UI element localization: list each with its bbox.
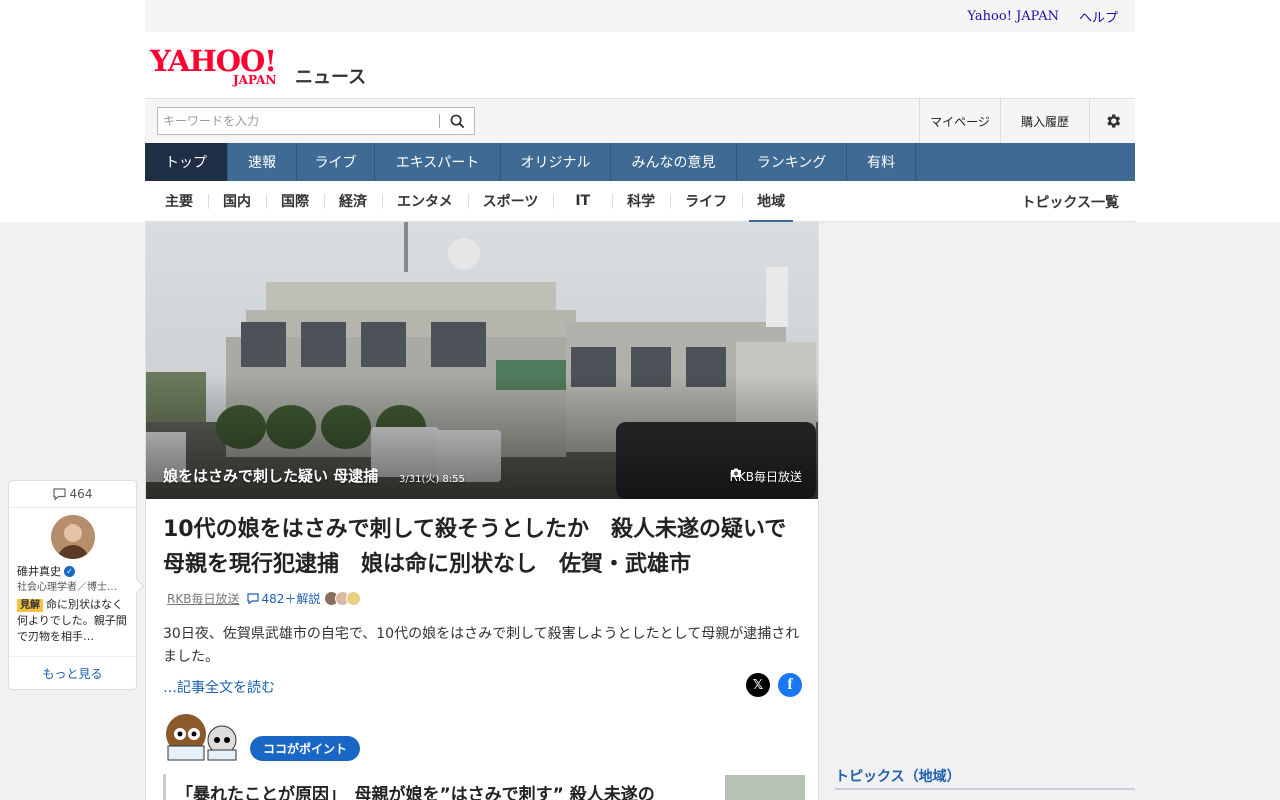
share-x-button[interactable]: 𝕏 bbox=[746, 673, 770, 697]
x-logo-icon: 𝕏 bbox=[752, 677, 764, 693]
article-comment-link[interactable]: 482＋解説 bbox=[247, 592, 320, 606]
logo-service-name: ニュース bbox=[295, 67, 367, 88]
card-pointer bbox=[129, 578, 145, 594]
nav-tab-expert[interactable]: エキスパート bbox=[375, 143, 501, 181]
main-nav: トップ 速報 ライブ エキスパート オリジナル みんなの意見 ランキング 有料 bbox=[145, 143, 1135, 181]
hero-credit: RKB毎日放送 bbox=[730, 468, 802, 485]
verified-icon: ✓ bbox=[64, 565, 75, 577]
purchase-history-button[interactable]: 購入履歴 bbox=[1000, 99, 1089, 143]
category-world[interactable]: 国際 bbox=[266, 181, 324, 222]
article-source[interactable]: RKB毎日放送 bbox=[167, 592, 239, 606]
category-main[interactable]: 主要 bbox=[145, 181, 208, 222]
nav-tab-breaking[interactable]: 速報 bbox=[228, 143, 297, 181]
read-more-link[interactable]: …記事全文を読む bbox=[163, 677, 275, 697]
user-buttons: マイページ 購入履歴 bbox=[919, 99, 1135, 143]
facebook-logo-icon: f bbox=[787, 676, 793, 693]
expert-more-link[interactable]: もっと見る bbox=[9, 656, 136, 689]
commenter-avatar bbox=[346, 591, 362, 606]
category-sports[interactable]: スポーツ bbox=[467, 181, 554, 222]
article-meta: RKB毎日放送 482＋解説 bbox=[167, 591, 362, 606]
article-lead: 30日夜、佐賀県武雄市の自宅で、10代の娘をはさみで刺して殺害しようとしたとして… bbox=[163, 626, 800, 665]
settings-button[interactable] bbox=[1089, 99, 1135, 143]
logo-yahoo-text: YAHOO! bbox=[150, 44, 277, 78]
search-icon bbox=[450, 114, 464, 128]
point-thumbnail bbox=[725, 775, 805, 800]
gear-icon bbox=[1106, 114, 1120, 128]
nav-tab-original[interactable]: オリジナル bbox=[501, 143, 611, 181]
hero-photo[interactable]: 娘をはさみで刺した疑い 母逮捕 3/31(火) 8:55 RKB毎日放送 bbox=[146, 222, 818, 499]
camera-icon bbox=[730, 468, 741, 477]
comment-icon bbox=[247, 593, 260, 605]
expert-comment-count: 464 bbox=[9, 481, 136, 508]
expert-name: 碓井真史 ✓ bbox=[17, 563, 75, 579]
category-science[interactable]: 科学 bbox=[612, 181, 670, 222]
category-nav: 主要 国内 国際 経済 エンタメ スポーツ IT 科学 ライフ 地域 トピックス… bbox=[145, 181, 1135, 223]
mypage-button[interactable]: マイページ bbox=[919, 99, 1000, 143]
expert-comment-card[interactable]: 464 碓井真史 ✓ 社会心理学者／博士… 見解 命に別状はなく何よりでした。親子… bbox=[8, 480, 145, 690]
expert-avatar-image bbox=[51, 515, 95, 559]
yahoo-news-logo[interactable]: YAHOO! JAPAN ニュース bbox=[150, 44, 366, 88]
help-link[interactable]: ヘルプ bbox=[1079, 7, 1118, 26]
logo-japan-text: JAPAN bbox=[233, 73, 277, 87]
category-economy[interactable]: 経済 bbox=[324, 181, 382, 222]
nav-tab-live[interactable]: ライブ bbox=[297, 143, 375, 181]
expert-comment-tag: 見解 bbox=[17, 599, 43, 612]
hero-caption: 娘をはさみで刺した疑い 母逮捕 bbox=[163, 467, 379, 485]
comment-icon bbox=[52, 488, 66, 500]
article-comment-count: 482＋解説 bbox=[261, 592, 321, 606]
expert-role: 社会心理学者／博士… bbox=[17, 582, 117, 593]
search-row: マイページ 購入履歴 bbox=[145, 98, 1135, 143]
nav-tab-opinions[interactable]: みんなの意見 bbox=[611, 143, 737, 181]
search-box bbox=[157, 107, 475, 135]
utility-bar: Yahoo! JAPAN ヘルプ bbox=[145, 0, 1135, 32]
hero-photo-illustration bbox=[146, 222, 818, 499]
brand-row: YAHOO! JAPAN ニュース bbox=[145, 32, 1135, 98]
article-title-text: 10代の娘をはさみで刺して殺そうとしたか 殺人未遂の疑いで母親を現行犯逮捕 娘は… bbox=[163, 517, 787, 577]
expert-name-text: 碓井真史 bbox=[17, 565, 61, 578]
expert-comment: 見解 命に別状はなく何よりでした。親子間で刃物を相手… bbox=[17, 597, 131, 645]
search-button[interactable] bbox=[440, 108, 474, 134]
commenter-avatars bbox=[324, 591, 362, 606]
nav-tab-top[interactable]: トップ bbox=[145, 143, 228, 181]
category-life[interactable]: ライフ bbox=[670, 181, 742, 222]
expert-comment-count-text: 464 bbox=[69, 487, 93, 501]
category-it[interactable]: IT bbox=[553, 181, 612, 222]
share-facebook-button[interactable]: f bbox=[778, 673, 802, 697]
point-headline-box[interactable]: 「暴れたことが原因」 母親が娘を”はさみで刺す” 殺人未遂の bbox=[163, 774, 805, 800]
search-input[interactable] bbox=[158, 109, 439, 133]
category-local[interactable]: 地域 bbox=[742, 181, 800, 223]
point-headline: 「暴れたことが原因」 母親が娘を”はさみで刺す” 殺人未遂の bbox=[176, 785, 655, 800]
main-article: 娘をはさみで刺した疑い 母逮捕 3/31(火) 8:55 RKB毎日放送 10代… bbox=[145, 222, 819, 800]
point-badge: ココがポイント bbox=[250, 736, 361, 761]
topics-list-link[interactable]: トピックス一覧 bbox=[1021, 181, 1119, 222]
nav-tab-paid[interactable]: 有料 bbox=[847, 143, 916, 181]
category-entertainment[interactable]: エンタメ bbox=[382, 181, 468, 222]
hero-date: 3/31(火) 8:55 bbox=[399, 474, 465, 485]
mascot-icon bbox=[166, 714, 237, 761]
regional-topics-header[interactable]: トピックス（地域） bbox=[835, 764, 1135, 790]
yahoo-japan-link[interactable]: Yahoo! JAPAN bbox=[967, 9, 1059, 24]
expert-avatar bbox=[51, 515, 95, 559]
category-domestic[interactable]: 国内 bbox=[208, 181, 266, 222]
article-title[interactable]: 10代の娘をはさみで刺して殺そうとしたか 殺人未遂の疑いで母親を現行犯逮捕 娘は… bbox=[163, 512, 803, 619]
nav-tab-ranking[interactable]: ランキング bbox=[737, 143, 847, 181]
